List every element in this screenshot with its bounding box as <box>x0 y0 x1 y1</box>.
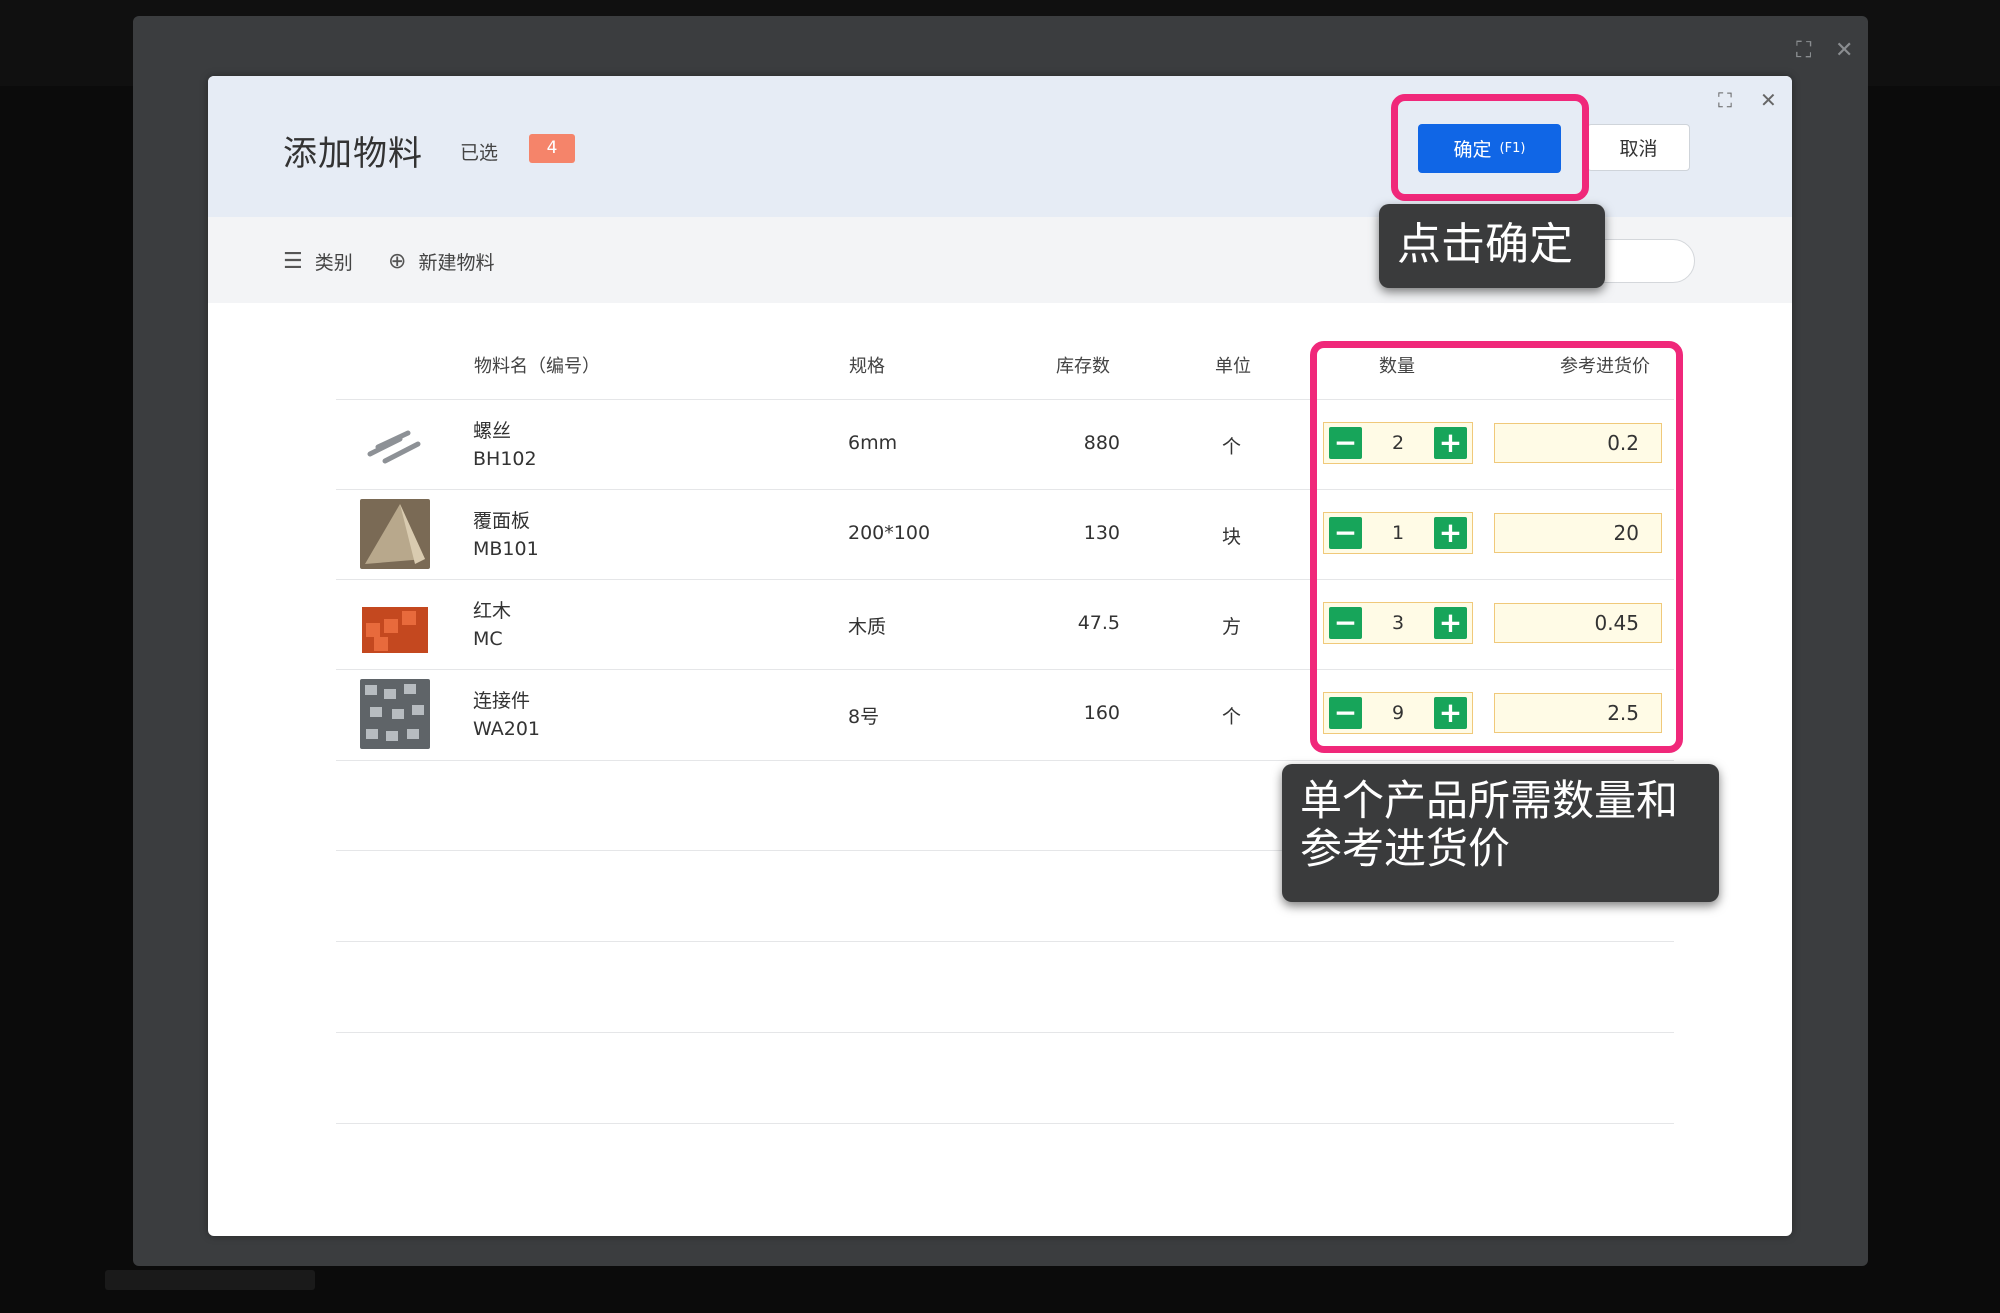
screw-thumbnail <box>360 409 430 479</box>
connector-thumbnail <box>360 679 430 749</box>
background-bottom-text <box>105 1270 315 1290</box>
selected-count-badge: 4 <box>529 134 575 163</box>
material-stock: 130 <box>1083 522 1120 544</box>
material-code: BH102 <box>473 448 537 470</box>
material-name: 螺丝 <box>473 420 512 442</box>
material-spec: 8号 <box>848 706 880 728</box>
quantity-price-callout-line2: 参考进货价 <box>1300 824 1511 873</box>
column-header-stock: 库存数 <box>1056 356 1110 377</box>
cancel-button[interactable]: 取消 <box>1587 124 1690 171</box>
list-icon: ☰ <box>283 249 303 274</box>
material-spec: 木质 <box>848 616 887 638</box>
material-spec: 200*100 <box>848 522 931 544</box>
row-divider <box>336 760 1674 761</box>
new-material-button[interactable]: ⊕ 新建物料 <box>388 248 494 275</box>
material-name: 红木 <box>473 600 512 622</box>
add-circle-icon: ⊕ <box>388 249 407 274</box>
maximize-icon[interactable]: ⛶ <box>1718 90 1732 110</box>
quantity-price-callout: 单个产品所需数量和 参考进货价 <box>1282 764 1719 902</box>
column-header-name: 物料名（编号） <box>474 356 600 377</box>
material-stock: 47.5 <box>1077 612 1120 634</box>
quantity-price-highlight-box <box>1310 341 1683 753</box>
wood-thumbnail <box>360 589 430 659</box>
material-name: 连接件 <box>473 690 531 712</box>
material-stock: 160 <box>1083 702 1120 724</box>
category-button[interactable]: ☰ 类别 <box>283 248 353 275</box>
confirm-highlight-box <box>1391 94 1589 201</box>
row-divider <box>336 1032 1674 1033</box>
confirm-callout: 点击确定 <box>1379 204 1605 288</box>
material-spec: 6mm <box>848 432 898 454</box>
material-name: 覆面板 <box>473 510 531 532</box>
quantity-price-callout-line1: 单个产品所需数量和 <box>1300 776 1679 825</box>
page-title: 添加物料 <box>283 134 423 174</box>
column-header-unit: 单位 <box>1215 356 1251 377</box>
confirm-callout-text: 点击确定 <box>1397 219 1573 270</box>
category-label: 类别 <box>314 252 353 274</box>
material-code: MB101 <box>473 538 539 560</box>
material-unit: 个 <box>1222 706 1242 728</box>
material-code: WA201 <box>473 718 541 740</box>
material-unit: 块 <box>1222 526 1242 548</box>
new-material-label: 新建物料 <box>418 252 495 274</box>
row-divider <box>336 941 1674 942</box>
material-unit: 方 <box>1222 616 1242 638</box>
fullscreen-icon[interactable]: ⛶ <box>1796 40 1811 62</box>
close-icon[interactable]: ✕ <box>1835 40 1853 62</box>
modal-close-icon[interactable]: ✕ <box>1760 90 1777 110</box>
selected-label: 已选 <box>460 142 499 164</box>
column-header-spec: 规格 <box>849 356 885 377</box>
row-divider <box>336 1123 1674 1124</box>
material-unit: 个 <box>1222 436 1242 458</box>
panel-thumbnail <box>360 499 430 569</box>
material-code: MC <box>473 628 503 650</box>
material-stock: 880 <box>1083 432 1120 454</box>
